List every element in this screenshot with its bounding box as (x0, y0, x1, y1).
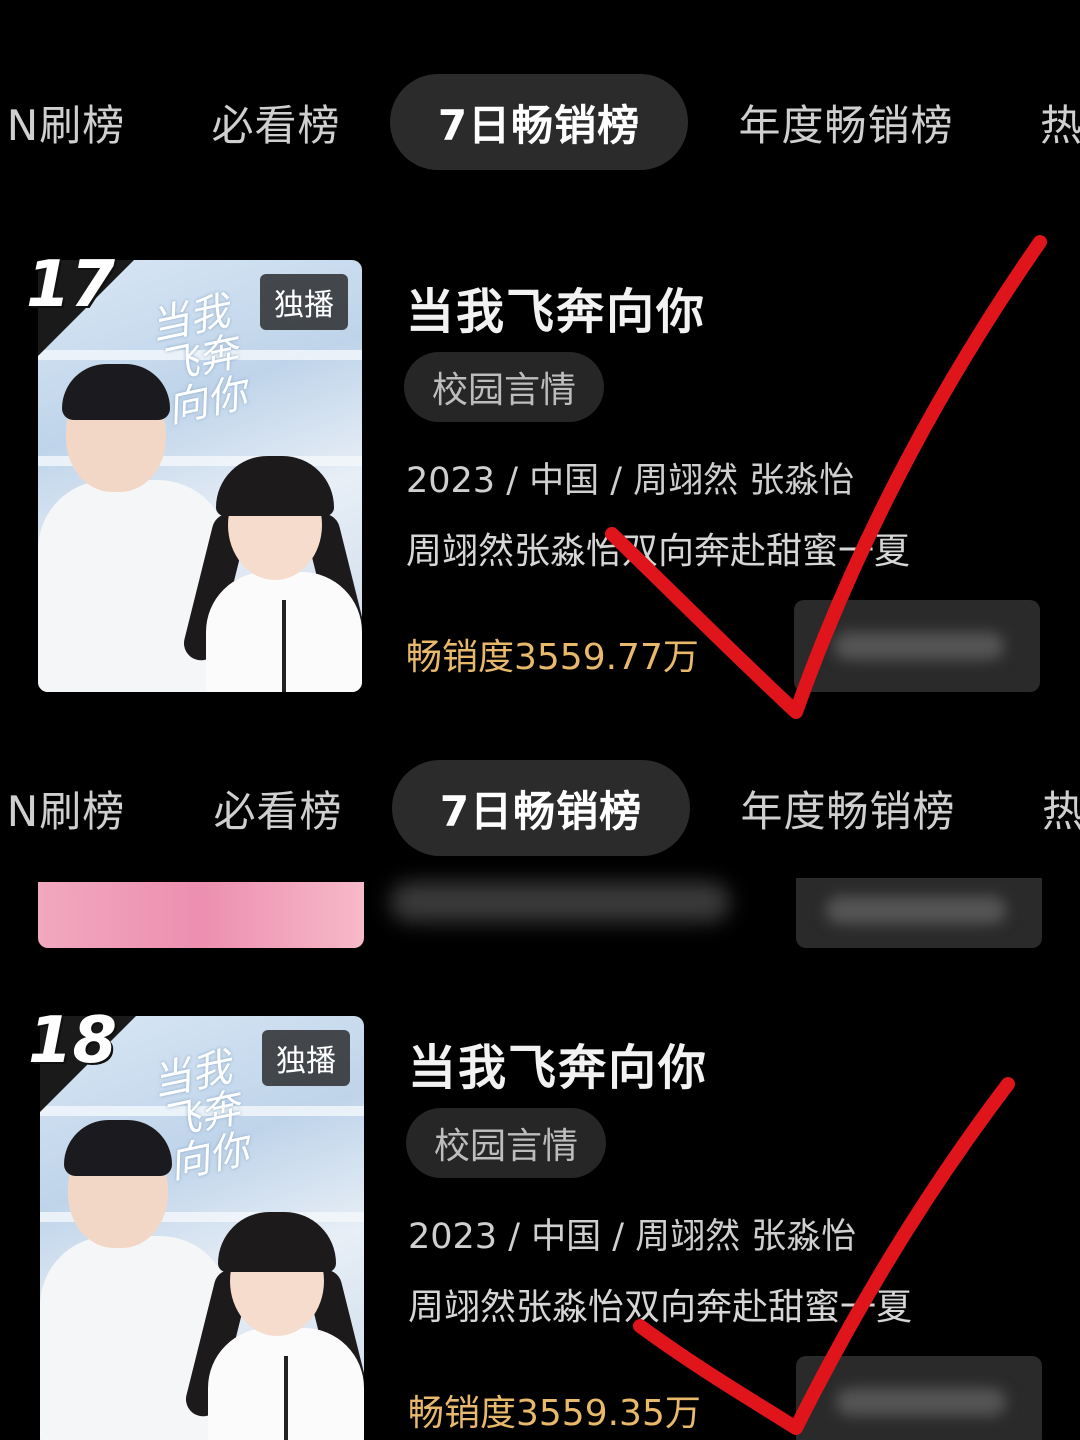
tab-7day-bestseller[interactable]: 7日畅销榜 (392, 760, 690, 856)
tab-hot[interactable]: 热 (1042, 760, 1080, 856)
sales-score: 畅销度3559.35万 (408, 1393, 701, 1434)
show-description: 周翊然张淼怡双向奔赴甜蜜一夏 (408, 1287, 913, 1328)
action-button-blurred[interactable] (794, 600, 1040, 692)
exclusive-badge: 独播 (260, 274, 348, 330)
action-button-blurred[interactable] (796, 1356, 1042, 1440)
list-item[interactable]: 当我飞奔向你 独播 18 当我飞奔向你 校园言情 2023 / 中国 / 周翊然… (0, 1004, 1080, 1440)
sales-score: 畅销度3559.77万 (406, 637, 699, 678)
genre-tag[interactable]: 校园言情 (404, 352, 605, 422)
show-meta: 2023 / 中国 / 周翊然 张淼怡 (408, 1217, 857, 1257)
ranking-screenshot: N刷榜 必看榜 7日畅销榜 年度畅销榜 热 当我飞奔向你 独播 17 当我飞奔向… (0, 0, 1080, 1440)
tab-n-rewatch[interactable]: N刷榜 (0, 74, 136, 170)
exclusive-badge: 独播 (262, 1030, 350, 1086)
rank-number: 17 (26, 248, 116, 322)
tab-must-watch[interactable]: 必看榜 (198, 760, 358, 856)
show-description: 周翊然张淼怡双向奔赴甜蜜一夏 (406, 531, 911, 572)
poster-image-partial[interactable] (38, 882, 364, 948)
tab-annual-bestseller[interactable]: 年度畅销榜 (722, 74, 970, 170)
blurred-text (390, 882, 730, 922)
tab-n-rewatch[interactable]: N刷榜 (0, 760, 136, 856)
tab-must-watch[interactable]: 必看榜 (196, 74, 356, 170)
action-button-blurred[interactable] (796, 878, 1042, 948)
show-title[interactable]: 当我飞奔向你 (406, 272, 706, 342)
show-title[interactable]: 当我飞奔向你 (408, 1028, 708, 1098)
rank-number: 18 (28, 1004, 118, 1078)
tab-annual-bestseller[interactable]: 年度畅销榜 (724, 760, 972, 856)
tab-hot[interactable]: 热 (1040, 74, 1080, 170)
genre-tag[interactable]: 校园言情 (406, 1108, 607, 1178)
ranking-tabs: N刷榜 必看榜 7日畅销榜 年度畅销榜 热 (0, 74, 1080, 170)
list-item[interactable]: 当我飞奔向你 独播 17 当我飞奔向你 校园言情 2023 / 中国 / 周翊然… (0, 248, 1080, 720)
show-meta: 2023 / 中国 / 周翊然 张淼怡 (406, 461, 855, 501)
ranking-tabs-repeat: N刷榜 必看榜 7日畅销榜 年度畅销榜 热 (0, 760, 1080, 856)
tab-7day-bestseller[interactable]: 7日畅销榜 (390, 74, 688, 170)
